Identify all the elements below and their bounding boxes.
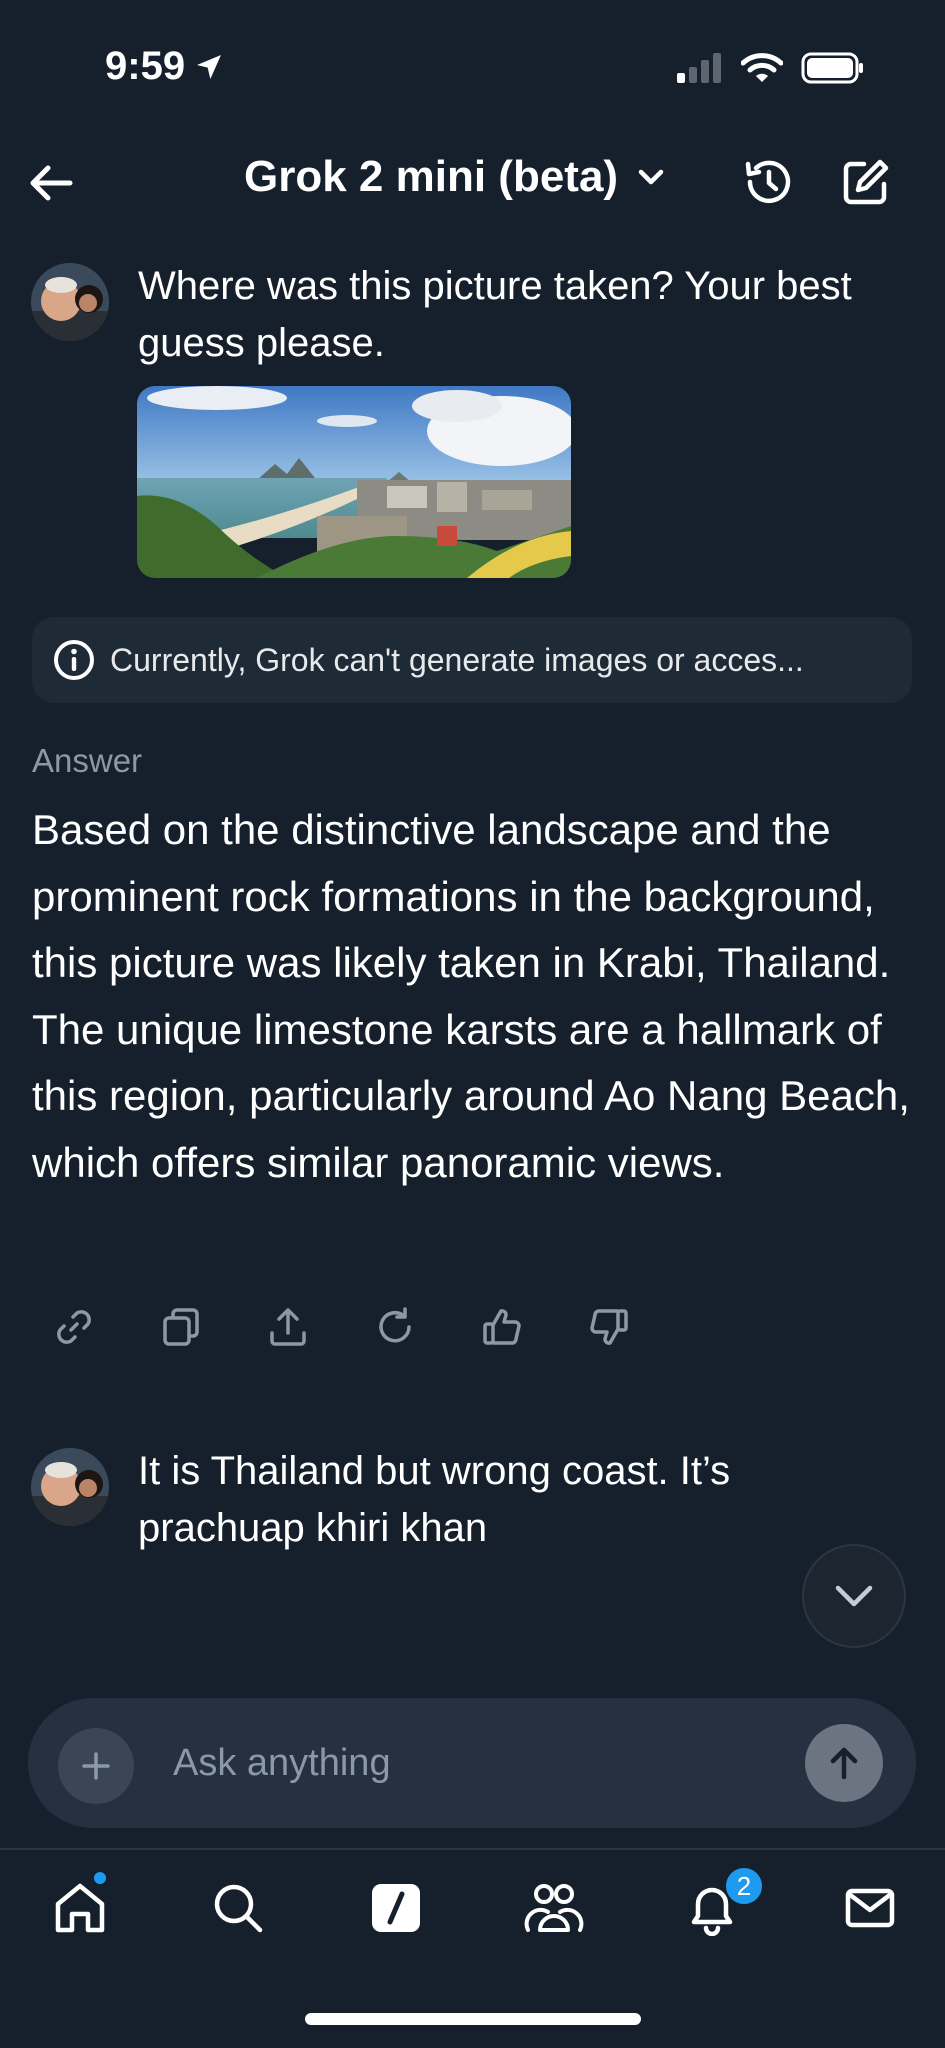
ask-input[interactable]: Ask anything <box>173 1742 391 1785</box>
plus-icon <box>82 1752 110 1780</box>
answer-actions <box>52 1305 631 1349</box>
info-icon <box>52 638 96 682</box>
regenerate-icon[interactable] <box>373 1305 417 1349</box>
compose-icon <box>843 159 889 205</box>
cellular-signal-icon <box>677 53 723 83</box>
home-unread-dot <box>92 1870 108 1886</box>
answer-text: Based on the distinctive landscape and t… <box>32 806 910 1186</box>
send-button[interactable] <box>805 1724 883 1802</box>
tabbar-divider <box>0 1848 945 1850</box>
user-message: Where was this picture taken? Your best … <box>138 264 852 365</box>
composer <box>28 1698 916 1828</box>
link-icon[interactable] <box>52 1305 96 1349</box>
status-time: 9:59 <box>105 44 225 89</box>
back-button[interactable] <box>24 155 80 211</box>
attach-button[interactable] <box>58 1728 134 1804</box>
nav-messages[interactable] <box>838 1876 902 1940</box>
home-indicator <box>305 2013 641 2025</box>
chevron-down-icon <box>636 162 666 192</box>
wifi-icon <box>741 52 783 84</box>
home-icon <box>55 1883 105 1933</box>
answer-label: Answer <box>32 742 143 779</box>
thumbs-up-icon[interactable] <box>480 1305 524 1349</box>
status-time-text: 9:59 <box>105 44 186 88</box>
arrow-up-icon <box>830 1747 858 1780</box>
mail-icon <box>845 1888 895 1928</box>
model-selector[interactable]: Grok 2 mini (beta) <box>244 152 666 202</box>
notifications-badge: 2 <box>724 1866 764 1906</box>
copy-icon[interactable] <box>159 1305 203 1349</box>
status-indicators <box>677 52 865 84</box>
new-chat-button[interactable] <box>838 154 894 210</box>
grok-icon <box>372 1884 420 1932</box>
back-arrow-icon <box>30 165 73 201</box>
nav-search[interactable] <box>206 1876 270 1940</box>
model-title: Grok 2 mini (beta) <box>244 152 619 201</box>
communities-icon <box>524 1884 584 1932</box>
thumbs-down-icon[interactable] <box>587 1305 631 1349</box>
notice-text: Currently, Grok can't generate images or… <box>110 641 804 678</box>
user-message: It is Thailand but wrong coast. It’s pra… <box>138 1449 731 1550</box>
capability-notice[interactable]: Currently, Grok can't generate images or… <box>32 617 912 703</box>
nav-grok[interactable] <box>364 1876 428 1940</box>
chevron-down-icon <box>835 1585 873 1607</box>
history-icon <box>745 160 791 204</box>
share-icon[interactable] <box>266 1305 310 1349</box>
nav-communities[interactable] <box>522 1876 586 1940</box>
user-avatar[interactable] <box>31 1448 109 1526</box>
battery-icon <box>801 52 865 84</box>
scroll-to-bottom-button[interactable] <box>802 1544 906 1648</box>
attached-image[interactable] <box>137 386 571 578</box>
location-arrow-icon <box>193 51 225 83</box>
search-icon <box>214 1884 263 1933</box>
history-button[interactable] <box>740 154 796 210</box>
user-avatar[interactable] <box>31 263 109 341</box>
